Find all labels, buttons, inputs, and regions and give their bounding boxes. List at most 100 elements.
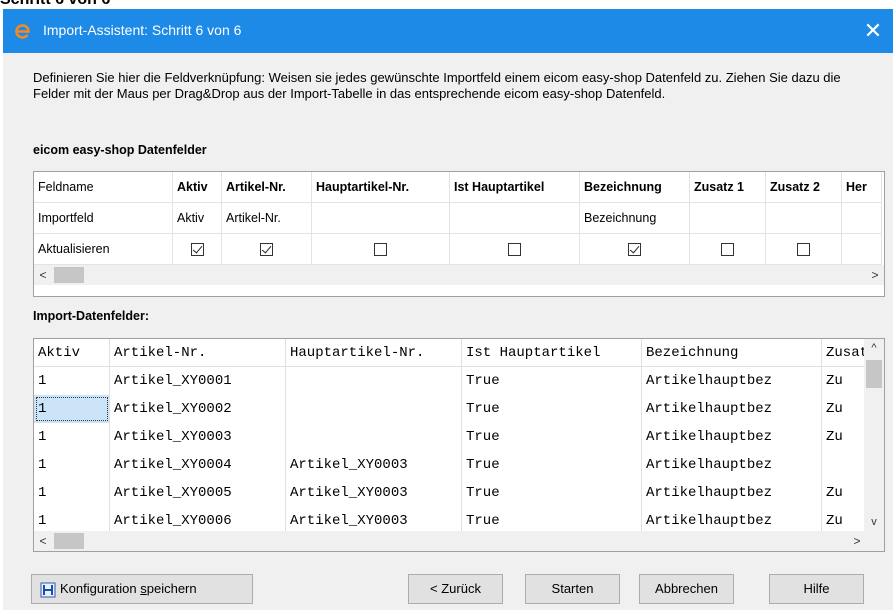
update-cell bbox=[312, 234, 450, 265]
import-field-drop-target[interactable] bbox=[312, 203, 450, 234]
vscroll-thumb[interactable] bbox=[866, 360, 882, 388]
import-fields-grid[interactable]: Aktiv Artikel-Nr. Hauptartikel-Nr. Ist Haup… bbox=[33, 338, 885, 552]
import-data-cell[interactable]: 1 bbox=[34, 423, 110, 451]
import-data-cell[interactable]: Artikelhauptbez bbox=[642, 395, 822, 423]
import-data-row[interactable]: 1 Artikel_XY0003 True Artikelhauptbez Zu bbox=[34, 423, 866, 451]
import-column-header[interactable]: Ist Hauptartikel bbox=[462, 339, 642, 367]
import-fields-vscrollbar[interactable]: ^ v bbox=[864, 339, 884, 531]
update-checkbox[interactable] bbox=[721, 243, 734, 257]
column-header: Hauptartikel-Nr. bbox=[312, 172, 450, 203]
import-data-cell[interactable]: True bbox=[462, 367, 642, 395]
start-button[interactable]: Starten bbox=[525, 574, 620, 604]
aktualisieren-row: Aktualisieren bbox=[34, 234, 884, 265]
import-data-row[interactable]: 1 Artikel_XY0002 True Artikelhauptbez Zu bbox=[34, 395, 866, 423]
close-button[interactable]: ✕ bbox=[859, 17, 887, 45]
import-field-drop-target[interactable] bbox=[450, 203, 580, 234]
column-header: Ist Hauptartikel bbox=[450, 172, 580, 203]
import-data-cell[interactable]: Artikel_XY0003 bbox=[286, 451, 462, 479]
scroll-right-arrow-icon[interactable]: > bbox=[866, 265, 884, 285]
import-column-header[interactable]: Artikel-Nr. bbox=[110, 339, 286, 367]
import-field-drop-target[interactable] bbox=[690, 203, 766, 234]
import-data-cell[interactable]: Artikelhauptbez bbox=[642, 479, 822, 507]
import-data-row[interactable]: 1 Artikel_XY0001 True Artikelhauptbez Zu bbox=[34, 367, 866, 395]
import-column-header[interactable]: Aktiv bbox=[34, 339, 110, 367]
scroll-left-arrow-icon[interactable]: < bbox=[34, 265, 52, 285]
import-assistant-dialog: Import-Assistent: Schritt 6 von 6 ✕ Defi… bbox=[3, 9, 893, 610]
row-label-importfeld: Importfeld bbox=[34, 203, 173, 234]
update-checkbox[interactable] bbox=[628, 243, 641, 257]
column-header: Aktiv bbox=[173, 172, 222, 203]
scroll-down-arrow-icon[interactable]: v bbox=[864, 513, 884, 531]
update-cell bbox=[842, 234, 882, 265]
import-data-cell[interactable]: Zu bbox=[822, 423, 866, 451]
import-data-cell[interactable]: Zu bbox=[822, 395, 866, 423]
import-field-drop-target[interactable]: Bezeichnung bbox=[580, 203, 690, 234]
column-header: Artikel-Nr. bbox=[222, 172, 312, 203]
import-column-header[interactable]: Hauptartikel-Nr. bbox=[286, 339, 462, 367]
import-data-cell[interactable]: Artikel_XY0001 bbox=[110, 367, 286, 395]
import-data-cell[interactable]: Artikel_XY0004 bbox=[110, 451, 286, 479]
import-field-drop-target[interactable]: Aktiv bbox=[173, 203, 222, 234]
update-checkbox[interactable] bbox=[374, 243, 387, 257]
import-data-cell[interactable]: True bbox=[462, 423, 642, 451]
save-label-prefix: Konfiguration bbox=[60, 581, 141, 596]
import-data-cell[interactable]: True bbox=[462, 451, 642, 479]
back-button[interactable]: < Zurück bbox=[408, 574, 503, 604]
scroll-left-arrow-icon[interactable]: < bbox=[34, 531, 52, 551]
update-cell bbox=[690, 234, 766, 265]
import-data-cell[interactable] bbox=[286, 395, 462, 423]
column-header: Zusatz 2 bbox=[766, 172, 842, 203]
import-column-header[interactable]: Bezeichnung bbox=[642, 339, 822, 367]
shop-fields-grid[interactable]: Feldname Aktiv Artikel-Nr. Hauptartikel-Nr… bbox=[33, 171, 885, 297]
import-header-row: Aktiv Artikel-Nr. Hauptartikel-Nr. Ist Haup… bbox=[34, 339, 866, 367]
update-cell bbox=[766, 234, 842, 265]
update-checkbox[interactable] bbox=[260, 243, 273, 257]
help-button[interactable]: Hilfe bbox=[769, 574, 864, 604]
import-data-cell[interactable]: Zu bbox=[822, 367, 866, 395]
import-data-cell[interactable]: True bbox=[462, 479, 642, 507]
update-checkbox[interactable] bbox=[190, 243, 204, 257]
column-header: Bezeichnung bbox=[580, 172, 690, 203]
import-data-cell[interactable]: 1 bbox=[34, 395, 110, 423]
import-data-cell[interactable]: Artikel_XY0003 bbox=[286, 479, 462, 507]
hscroll-thumb[interactable] bbox=[54, 267, 84, 283]
import-data-cell[interactable] bbox=[286, 367, 462, 395]
shop-fields-label: eicom easy-shop Datenfelder bbox=[33, 143, 207, 157]
import-data-cell[interactable]: Artikelhauptbez bbox=[642, 367, 822, 395]
import-data-cell[interactable] bbox=[822, 451, 866, 479]
update-checkbox[interactable] bbox=[797, 243, 810, 257]
import-data-cell[interactable]: 1 bbox=[34, 451, 110, 479]
instructions-text: Definieren Sie hier die Feldverknüpfung:… bbox=[33, 70, 841, 101]
save-configuration-button[interactable]: Konfiguration speichern bbox=[31, 574, 253, 604]
hscroll-thumb[interactable] bbox=[54, 533, 84, 549]
column-header: Zusatz 1 bbox=[690, 172, 766, 203]
import-data-row[interactable]: 1 Artikel_XY0005 Artikel_XY0003 True Artikel… bbox=[34, 479, 866, 507]
import-data-cell[interactable]: Zu bbox=[822, 479, 866, 507]
import-data-cell[interactable]: True bbox=[462, 395, 642, 423]
shop-fields-hscrollbar[interactable]: < > bbox=[34, 265, 884, 285]
import-data-cell[interactable]: Artikelhauptbez bbox=[642, 451, 822, 479]
update-checkbox[interactable] bbox=[508, 243, 521, 257]
import-data-cell[interactable]: 1 bbox=[34, 479, 110, 507]
scroll-up-arrow-icon[interactable]: ^ bbox=[864, 339, 884, 357]
title-bar[interactable]: Import-Assistent: Schritt 6 von 6 ✕ bbox=[3, 9, 893, 53]
row-label-feldname: Feldname bbox=[34, 172, 173, 203]
row-label-aktualisieren: Aktualisieren bbox=[34, 234, 173, 265]
background-window-title-text: Schritt 6 von 6 bbox=[0, 0, 110, 9]
import-field-drop-target[interactable]: Artikel-Nr. bbox=[222, 203, 312, 234]
import-data-cell[interactable]: 1 bbox=[34, 367, 110, 395]
import-data-cell[interactable]: Artikel_XY0003 bbox=[110, 423, 286, 451]
import-fields-hscrollbar[interactable]: < > bbox=[34, 531, 866, 551]
cancel-button[interactable]: Abbrechen bbox=[639, 574, 734, 604]
import-data-cell[interactable]: Artikel_XY0002 bbox=[110, 395, 286, 423]
import-field-drop-target[interactable] bbox=[766, 203, 842, 234]
save-config-icon bbox=[40, 582, 56, 598]
import-fields-label: Import-Datenfelder: bbox=[33, 309, 149, 323]
import-data-row[interactable]: 1 Artikel_XY0004 Artikel_XY0003 True Artikel… bbox=[34, 451, 866, 479]
window-title: Import-Assistent: Schritt 6 von 6 bbox=[43, 22, 242, 38]
import-column-header[interactable]: Zusatz bbox=[822, 339, 866, 367]
import-data-cell[interactable] bbox=[286, 423, 462, 451]
import-field-drop-target[interactable] bbox=[842, 203, 882, 234]
import-data-cell[interactable]: Artikel_XY0005 bbox=[110, 479, 286, 507]
import-data-cell[interactable]: Artikelhauptbez bbox=[642, 423, 822, 451]
